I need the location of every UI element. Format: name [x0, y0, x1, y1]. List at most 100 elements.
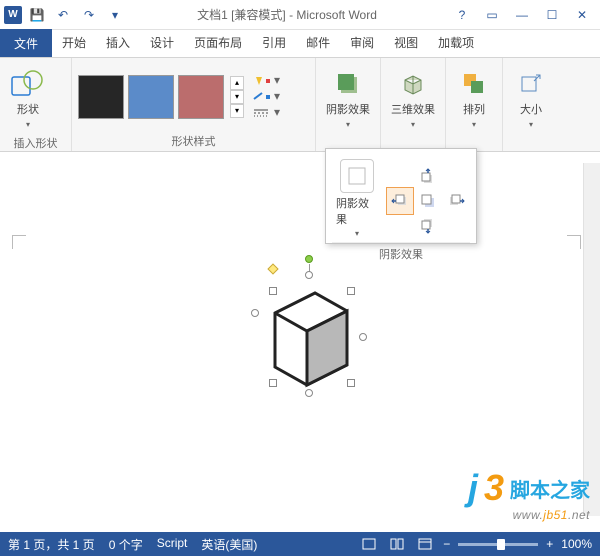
- undo-button[interactable]: ↶: [52, 4, 74, 26]
- handle-mr[interactable]: [359, 333, 367, 341]
- size-label: 大小: [520, 104, 542, 117]
- style-swatch-blue[interactable]: [128, 75, 174, 119]
- window-title: 文档1 [兼容模式] - Microsoft Word: [126, 6, 448, 23]
- shape-outline-button[interactable]: ▾: [252, 90, 284, 104]
- group-shadow: 阴影效果 ▾: [316, 58, 381, 151]
- svg-text:▾: ▾: [274, 75, 280, 87]
- quick-access-toolbar: 💾 ↶ ↷ ▾: [26, 4, 126, 26]
- gallery-scroll: ▴ ▾ ▾: [230, 76, 244, 118]
- group-arrange: 排列 ▾: [446, 58, 503, 151]
- style-swatch-red[interactable]: [178, 75, 224, 119]
- status-bar: 第 1 页，共 1 页 0 个字 Script 英语(美国) − + 100%: [0, 532, 600, 556]
- size-button[interactable]: 大小 ▾: [509, 62, 553, 133]
- zoom-out-button[interactable]: −: [443, 537, 450, 551]
- minimize-button[interactable]: —: [508, 4, 536, 26]
- status-page[interactable]: 第 1 页，共 1 页: [8, 536, 95, 553]
- cube-icon: [395, 66, 431, 102]
- rotation-handle[interactable]: [305, 255, 313, 263]
- tab-layout[interactable]: 页面布局: [184, 28, 252, 57]
- shape-dash-button[interactable]: ▾: [252, 106, 284, 120]
- view-print-layout[interactable]: [359, 536, 379, 552]
- handle-br[interactable]: [347, 379, 355, 387]
- zoom-level[interactable]: 100%: [561, 537, 592, 551]
- group-insert-shapes: 形状 ▾ 插入形状: [0, 58, 72, 151]
- nudge-shadow-right[interactable]: [442, 187, 470, 215]
- shadow-panel-icon: [340, 159, 374, 193]
- chevron-down-icon: ▾: [472, 120, 476, 129]
- window-controls: ? ▭ — ☐ ✕: [448, 4, 596, 26]
- ribbon-tabs: 文件 开始 插入 设计 页面布局 引用 邮件 审阅 视图 加载项: [0, 30, 600, 58]
- arrange-icon: [456, 66, 492, 102]
- threeD-label: 三维效果: [391, 104, 435, 117]
- gallery-more[interactable]: ▾: [230, 104, 244, 118]
- arrange-label: 排列: [463, 104, 485, 117]
- shadow-effect-button[interactable]: 阴影效果 ▾: [322, 62, 374, 133]
- tab-insert[interactable]: 插入: [96, 28, 140, 57]
- tab-home[interactable]: 开始: [52, 28, 96, 57]
- tab-design[interactable]: 设计: [140, 28, 184, 57]
- tab-mailings[interactable]: 邮件: [296, 28, 340, 57]
- help-button[interactable]: ?: [448, 4, 476, 26]
- shadow-icon: [330, 66, 366, 102]
- tab-references[interactable]: 引用: [252, 28, 296, 57]
- handle-tm[interactable]: [305, 271, 313, 279]
- chevron-down-icon: ▾: [355, 229, 359, 238]
- shape-fill-button[interactable]: ▾: [252, 74, 284, 88]
- zoom-slider[interactable]: [458, 543, 538, 546]
- ribbon: 形状 ▾ 插入形状 ▴ ▾ ▾ ▾ ▾ ▾ 形状样式: [0, 58, 600, 152]
- title-bar: W 💾 ↶ ↷ ▾ 文档1 [兼容模式] - Microsoft Word ? …: [0, 0, 600, 30]
- threeD-effect-button[interactable]: 三维效果 ▾: [387, 62, 439, 133]
- zoom-thumb[interactable]: [497, 539, 505, 550]
- group-shape-styles: ▴ ▾ ▾ ▾ ▾ ▾ 形状样式: [72, 58, 316, 151]
- close-button[interactable]: ✕: [568, 4, 596, 26]
- shadow-panel-label: 阴影效果: [336, 195, 378, 227]
- chevron-down-icon: ▾: [411, 120, 415, 129]
- status-words[interactable]: 0 个字: [109, 536, 143, 553]
- qat-customize[interactable]: ▾: [104, 4, 126, 26]
- tab-file[interactable]: 文件: [0, 29, 52, 57]
- gallery-down[interactable]: ▾: [230, 90, 244, 104]
- save-button[interactable]: 💾: [26, 4, 48, 26]
- handle-bm[interactable]: [305, 389, 313, 397]
- redo-button[interactable]: ↷: [78, 4, 100, 26]
- group-size: 大小 ▾: [503, 58, 559, 151]
- chevron-down-icon: ▾: [26, 120, 30, 129]
- nudge-shadow-left[interactable]: [386, 187, 414, 215]
- style-swatch-black[interactable]: [78, 75, 124, 119]
- handle-tr[interactable]: [347, 287, 355, 295]
- gallery-up[interactable]: ▴: [230, 76, 244, 90]
- handle-ml[interactable]: [251, 309, 259, 317]
- size-icon: [513, 66, 549, 102]
- page-corner-tl: [12, 235, 26, 249]
- zoom-in-button[interactable]: +: [546, 537, 553, 551]
- shapes-icon: [10, 66, 46, 102]
- nudge-shadow-down[interactable]: [414, 211, 442, 239]
- status-language[interactable]: 英语(美国): [201, 536, 257, 553]
- chevron-down-icon: ▾: [346, 120, 350, 129]
- view-read-mode[interactable]: [387, 536, 407, 552]
- shapes-button[interactable]: 形状 ▾: [6, 62, 50, 133]
- document-canvas[interactable]: [0, 163, 583, 532]
- handle-bl[interactable]: [269, 379, 277, 387]
- shadow-effect-menu-button[interactable]: 阴影效果 ▾: [332, 155, 382, 242]
- shapes-label: 形状: [17, 104, 39, 117]
- group-label-insert-shapes: 插入形状: [6, 133, 65, 153]
- selected-cube-shape[interactable]: [255, 273, 363, 393]
- arrange-button[interactable]: 排列 ▾: [452, 62, 496, 133]
- maximize-button[interactable]: ☐: [538, 4, 566, 26]
- shadow-panel-footer: 阴影效果: [332, 242, 470, 262]
- svg-text:▾: ▾: [274, 107, 280, 119]
- ribbon-display-button[interactable]: ▭: [478, 4, 506, 26]
- vertical-scrollbar[interactable]: [583, 163, 600, 516]
- handle-tl[interactable]: [269, 287, 277, 295]
- shadow-label: 阴影效果: [326, 104, 370, 117]
- view-web-layout[interactable]: [415, 536, 435, 552]
- page-corner-tr: [567, 235, 581, 249]
- word-icon: W: [4, 6, 22, 24]
- svg-text:▾: ▾: [274, 91, 280, 103]
- tab-view[interactable]: 视图: [384, 28, 428, 57]
- tab-review[interactable]: 审阅: [340, 28, 384, 57]
- status-script[interactable]: Script: [157, 536, 188, 553]
- tab-addins[interactable]: 加载项: [428, 28, 484, 57]
- group-label-shape-styles: 形状样式: [78, 131, 309, 151]
